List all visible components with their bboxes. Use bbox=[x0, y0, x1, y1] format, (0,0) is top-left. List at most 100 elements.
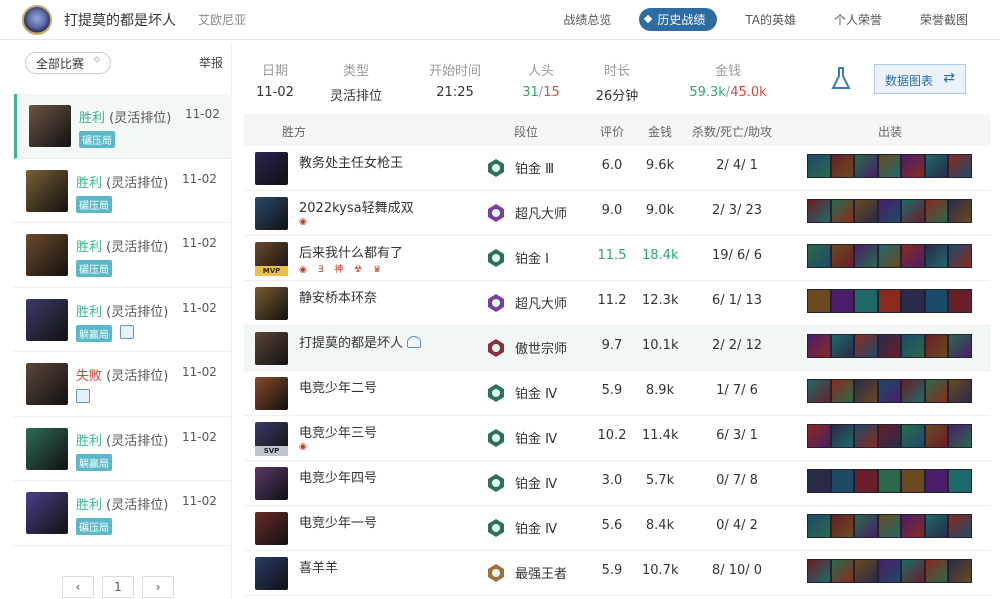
item-slot[interactable] bbox=[924, 244, 948, 268]
table-row[interactable]: 喜羊羊 最强王者 5.9 10.7k 8/ 10/ 0 bbox=[244, 551, 990, 596]
item-slot[interactable] bbox=[854, 289, 878, 313]
prev-page-button[interactable]: ‹ bbox=[62, 576, 94, 598]
table-row[interactable]: 教务处主任女枪王 铂金 Ⅲ 6.0 9.6k 2/ 4/ 1 bbox=[244, 146, 990, 191]
match-item[interactable]: 失败 (灵活排位) 11-02 bbox=[14, 352, 232, 417]
item-slot[interactable] bbox=[877, 154, 901, 178]
item-slot[interactable] bbox=[924, 334, 948, 358]
item-slot[interactable] bbox=[854, 469, 878, 493]
add-friend-icon[interactable] bbox=[407, 336, 422, 348]
player-avatar[interactable] bbox=[22, 4, 52, 35]
player-name[interactable]: 电竞少年二号 bbox=[299, 377, 377, 396]
item-slot[interactable] bbox=[948, 379, 972, 403]
item-slot[interactable] bbox=[924, 379, 948, 403]
item-slot[interactable] bbox=[807, 379, 831, 403]
player-name[interactable]: 电竞少年一号 bbox=[299, 512, 377, 531]
nav-heroes[interactable]: TA的英雄 bbox=[735, 8, 806, 31]
item-slot[interactable] bbox=[877, 424, 901, 448]
item-slot[interactable] bbox=[854, 334, 878, 358]
nav-honors[interactable]: 个人荣誉 bbox=[824, 8, 892, 31]
table-row[interactable]: 电竞少年二号 铂金 Ⅳ 5.9 8.9k 1/ 7/ 6 bbox=[244, 371, 990, 416]
nav-overview[interactable]: 战绩总览 bbox=[553, 8, 621, 31]
item-slot[interactable] bbox=[924, 559, 948, 583]
item-slot[interactable] bbox=[807, 154, 831, 178]
item-slot[interactable] bbox=[877, 334, 901, 358]
item-slot[interactable] bbox=[854, 559, 878, 583]
item-slot[interactable] bbox=[854, 154, 878, 178]
flask-icon[interactable] bbox=[830, 66, 852, 92]
item-slot[interactable] bbox=[877, 199, 901, 223]
item-slot[interactable] bbox=[877, 514, 901, 538]
report-link[interactable]: 举报 bbox=[199, 54, 223, 71]
match-item[interactable]: 胜利 (灵活排位) 11-02 碾压局 bbox=[14, 159, 232, 223]
item-slot[interactable] bbox=[948, 559, 972, 583]
item-slot[interactable] bbox=[854, 379, 878, 403]
item-slot[interactable] bbox=[901, 379, 925, 403]
item-slot[interactable] bbox=[830, 154, 854, 178]
table-row[interactable]: 电竞少年四号 铂金 Ⅳ 3.0 5.7k 0/ 7/ 8 bbox=[244, 461, 990, 506]
item-slot[interactable] bbox=[924, 424, 948, 448]
table-row[interactable]: SVP 电竞少年三号 ◉ 铂金 Ⅳ 10.2 11.4k 6/ 3/ 1 bbox=[244, 416, 990, 461]
item-slot[interactable] bbox=[924, 199, 948, 223]
item-slot[interactable] bbox=[830, 379, 854, 403]
item-slot[interactable] bbox=[830, 334, 854, 358]
item-slot[interactable] bbox=[807, 244, 831, 268]
item-slot[interactable] bbox=[901, 199, 925, 223]
item-slot[interactable] bbox=[948, 514, 972, 538]
item-slot[interactable] bbox=[854, 514, 878, 538]
item-slot[interactable] bbox=[830, 289, 854, 313]
item-slot[interactable] bbox=[901, 244, 925, 268]
item-slot[interactable] bbox=[807, 469, 831, 493]
table-row[interactable]: 电竞少年一号 铂金 Ⅳ 5.6 8.4k 0/ 4/ 2 bbox=[244, 506, 990, 551]
item-slot[interactable] bbox=[948, 334, 972, 358]
item-slot[interactable] bbox=[807, 289, 831, 313]
table-row[interactable]: 静安桥本环奈 超凡大师 11.2 12.3k 6/ 1/ 13 bbox=[244, 281, 990, 326]
item-slot[interactable] bbox=[948, 424, 972, 448]
nav-screenshots[interactable]: 荣誉截图 bbox=[910, 8, 978, 31]
item-slot[interactable] bbox=[807, 424, 831, 448]
item-slot[interactable] bbox=[807, 334, 831, 358]
current-page[interactable]: 1 bbox=[102, 576, 134, 598]
item-slot[interactable] bbox=[924, 154, 948, 178]
item-slot[interactable] bbox=[901, 469, 925, 493]
item-slot[interactable] bbox=[948, 469, 972, 493]
match-item[interactable]: 胜利 (灵活排位) 11-02 碾压局 bbox=[14, 223, 232, 288]
item-slot[interactable] bbox=[830, 559, 854, 583]
item-slot[interactable] bbox=[807, 514, 831, 538]
table-row[interactable]: 2022kysa轻舞成双 ◉ 超凡大师 9.0 9.0k 2/ 3/ 23 bbox=[244, 191, 990, 236]
item-slot[interactable] bbox=[830, 199, 854, 223]
item-slot[interactable] bbox=[948, 199, 972, 223]
item-slot[interactable] bbox=[901, 154, 925, 178]
item-slot[interactable] bbox=[830, 424, 854, 448]
item-slot[interactable] bbox=[924, 469, 948, 493]
item-slot[interactable] bbox=[924, 514, 948, 538]
player-name[interactable]: 喜羊羊 bbox=[299, 557, 338, 576]
player-name[interactable]: 电竞少年四号 bbox=[299, 467, 377, 486]
item-slot[interactable] bbox=[807, 199, 831, 223]
item-slot[interactable] bbox=[877, 289, 901, 313]
item-slot[interactable] bbox=[948, 154, 972, 178]
item-slot[interactable] bbox=[807, 559, 831, 583]
player-name[interactable]: 静安桥本环奈 bbox=[299, 287, 377, 306]
item-slot[interactable] bbox=[877, 469, 901, 493]
item-slot[interactable] bbox=[854, 424, 878, 448]
data-chart-button[interactable]: 数据图表 bbox=[874, 64, 966, 94]
player-name[interactable]: 电竞少年三号 bbox=[299, 422, 377, 441]
item-slot[interactable] bbox=[854, 244, 878, 268]
match-item[interactable]: 胜利 (灵活排位) 11-02 碾压局 bbox=[14, 94, 232, 159]
item-slot[interactable] bbox=[948, 244, 972, 268]
item-slot[interactable] bbox=[901, 424, 925, 448]
player-name[interactable]: 打提莫的都是坏人 bbox=[299, 332, 422, 351]
item-slot[interactable] bbox=[948, 289, 972, 313]
item-slot[interactable] bbox=[877, 559, 901, 583]
item-slot[interactable] bbox=[877, 379, 901, 403]
match-item[interactable]: 胜利 (灵活排位) 11-02 躺赢局 bbox=[14, 417, 232, 481]
match-item[interactable]: 胜利 (灵活排位) 11-02 碾压局 bbox=[14, 481, 232, 546]
item-slot[interactable] bbox=[830, 469, 854, 493]
item-slot[interactable] bbox=[924, 289, 948, 313]
player-name[interactable]: 2022kysa轻舞成双 bbox=[299, 197, 414, 216]
item-slot[interactable] bbox=[901, 289, 925, 313]
table-row[interactable]: 打提莫的都是坏人 傲世宗师 9.7 10.1k 2/ 2/ 12 bbox=[244, 326, 990, 371]
next-page-button[interactable]: › bbox=[142, 576, 174, 598]
match-filter-select[interactable]: 全部比赛 bbox=[25, 52, 111, 74]
item-slot[interactable] bbox=[854, 199, 878, 223]
